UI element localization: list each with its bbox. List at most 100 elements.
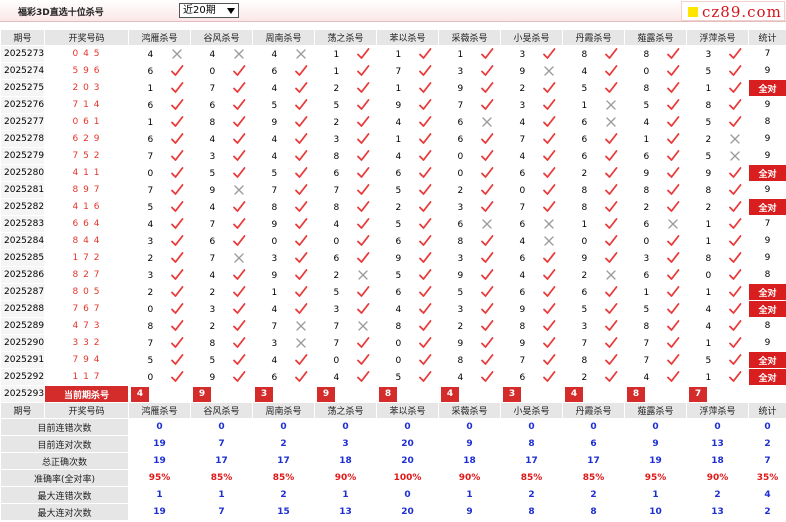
stats-value: 0 bbox=[624, 418, 687, 436]
kill-cell: 7 bbox=[500, 130, 563, 148]
correct-count-cell: 9 bbox=[748, 147, 786, 165]
kill-cell: 8 bbox=[562, 198, 625, 216]
kill-number: 3 bbox=[519, 100, 526, 111]
check-icon bbox=[356, 81, 370, 95]
check-icon bbox=[666, 234, 680, 248]
kill-number: 4 bbox=[519, 270, 526, 281]
kill-number: 3 bbox=[519, 49, 526, 60]
kill-number: 3 bbox=[457, 202, 464, 213]
kill-number: 6 bbox=[643, 219, 650, 230]
stats-label: 最大连错次数 bbox=[0, 486, 129, 504]
check-icon bbox=[604, 217, 618, 231]
kill-number: 0 bbox=[395, 355, 402, 366]
kill-number: 7 bbox=[581, 338, 588, 349]
period-cell: 2025290 bbox=[0, 334, 45, 352]
kill-number: 3 bbox=[333, 304, 340, 315]
kill-number: 8 bbox=[643, 83, 650, 94]
kill-cell: 9 bbox=[500, 300, 563, 318]
kill-number: 7 bbox=[271, 321, 278, 332]
cross-icon bbox=[604, 115, 618, 129]
check-icon bbox=[356, 200, 370, 214]
kill-number: 9 bbox=[581, 253, 588, 264]
all-correct-badge: 全对 bbox=[748, 164, 786, 182]
kill-number: 8 bbox=[395, 321, 402, 332]
kill-number: 8 bbox=[457, 355, 464, 366]
kill-cell: 5 bbox=[686, 351, 749, 369]
check-icon bbox=[604, 183, 618, 197]
kill-number: 8 bbox=[209, 117, 216, 128]
kill-number: 0 bbox=[581, 236, 588, 247]
stats-value: 0 bbox=[314, 418, 377, 436]
check-icon bbox=[418, 319, 432, 333]
kill-number: 7 bbox=[519, 355, 526, 366]
kill-cell: 6 bbox=[624, 266, 687, 284]
kill-number: 5 bbox=[209, 355, 216, 366]
check-icon bbox=[542, 81, 556, 95]
period-cell: 2025279 bbox=[0, 147, 45, 165]
kill-cell: 6 bbox=[438, 215, 501, 233]
kill-number: 3 bbox=[457, 304, 464, 315]
kill-number: 3 bbox=[147, 236, 154, 247]
kill-number: 1 bbox=[581, 219, 588, 230]
kill-number: 2 bbox=[643, 202, 650, 213]
kill-number: 2 bbox=[147, 253, 154, 264]
check-icon bbox=[604, 353, 618, 367]
period-range-select[interactable]: 近20期 bbox=[179, 3, 239, 18]
check-icon bbox=[356, 149, 370, 163]
kill-cell: 1 bbox=[686, 215, 749, 233]
kill-number: 4 bbox=[395, 304, 402, 315]
kill-number: 7 bbox=[333, 321, 340, 332]
stats-value: 15 bbox=[252, 503, 315, 521]
kill-cell: 3 bbox=[624, 249, 687, 267]
kill-number: 4 bbox=[705, 304, 712, 315]
cross-icon bbox=[294, 319, 308, 333]
kill-number: 2 bbox=[581, 168, 588, 179]
kill-number: 7 bbox=[209, 253, 216, 264]
kill-cell: 3 bbox=[314, 300, 377, 318]
col-header-method: 苯以杀号 bbox=[376, 29, 439, 46]
check-icon bbox=[170, 115, 184, 129]
stats-label: 目前连错次数 bbox=[0, 418, 129, 436]
kill-cell: 8 bbox=[252, 198, 315, 216]
kill-number: 4 bbox=[271, 49, 278, 60]
current-kill-cell: 4 bbox=[438, 385, 501, 403]
kill-cell: 7 bbox=[128, 147, 191, 165]
current-kill-cell: 7 bbox=[686, 385, 749, 403]
col-header-method: 周南杀号 bbox=[252, 29, 315, 46]
kill-number: 7 bbox=[519, 134, 526, 145]
kill-number: 5 bbox=[457, 287, 464, 298]
kill-cell: 4 bbox=[252, 300, 315, 318]
cross-icon bbox=[356, 319, 370, 333]
current-kill-number: 7 bbox=[689, 386, 707, 402]
check-icon bbox=[418, 336, 432, 350]
stats-value: 1 bbox=[190, 486, 253, 504]
kill-cell: 4 bbox=[190, 198, 253, 216]
kill-cell: 7 bbox=[128, 181, 191, 199]
kill-cell: 3 bbox=[686, 45, 749, 63]
kill-cell: 2 bbox=[128, 283, 191, 301]
kill-cell: 2 bbox=[562, 368, 625, 386]
kill-cell: 1 bbox=[376, 130, 439, 148]
kill-cell: 9 bbox=[376, 249, 439, 267]
kill-number: 2 bbox=[333, 117, 340, 128]
site-logo[interactable]: cz89.com bbox=[681, 1, 785, 21]
check-icon bbox=[294, 149, 308, 163]
kill-cell: 4 bbox=[438, 368, 501, 386]
kill-number: 1 bbox=[147, 117, 154, 128]
kill-cell: 4 bbox=[252, 79, 315, 97]
correct-count-cell: 7 bbox=[748, 45, 786, 63]
kill-cell: 3 bbox=[438, 198, 501, 216]
kill-number: 6 bbox=[209, 100, 216, 111]
kill-cell: 3 bbox=[500, 96, 563, 114]
check-icon bbox=[232, 336, 246, 350]
current-kill-number: 8 bbox=[379, 386, 397, 402]
check-icon bbox=[480, 149, 494, 163]
correct-count-cell: 8 bbox=[748, 317, 786, 335]
col-header-method: 薤露杀号 bbox=[624, 29, 687, 46]
check-icon bbox=[170, 234, 184, 248]
stats-value: 1 bbox=[438, 486, 501, 504]
kill-cell: 8 bbox=[624, 79, 687, 97]
kill-number: 0 bbox=[147, 304, 154, 315]
stats-row: 最大连错次数 1 1 2 1 0 1 2 2 1 2 4 bbox=[0, 486, 786, 504]
check-icon bbox=[356, 64, 370, 78]
